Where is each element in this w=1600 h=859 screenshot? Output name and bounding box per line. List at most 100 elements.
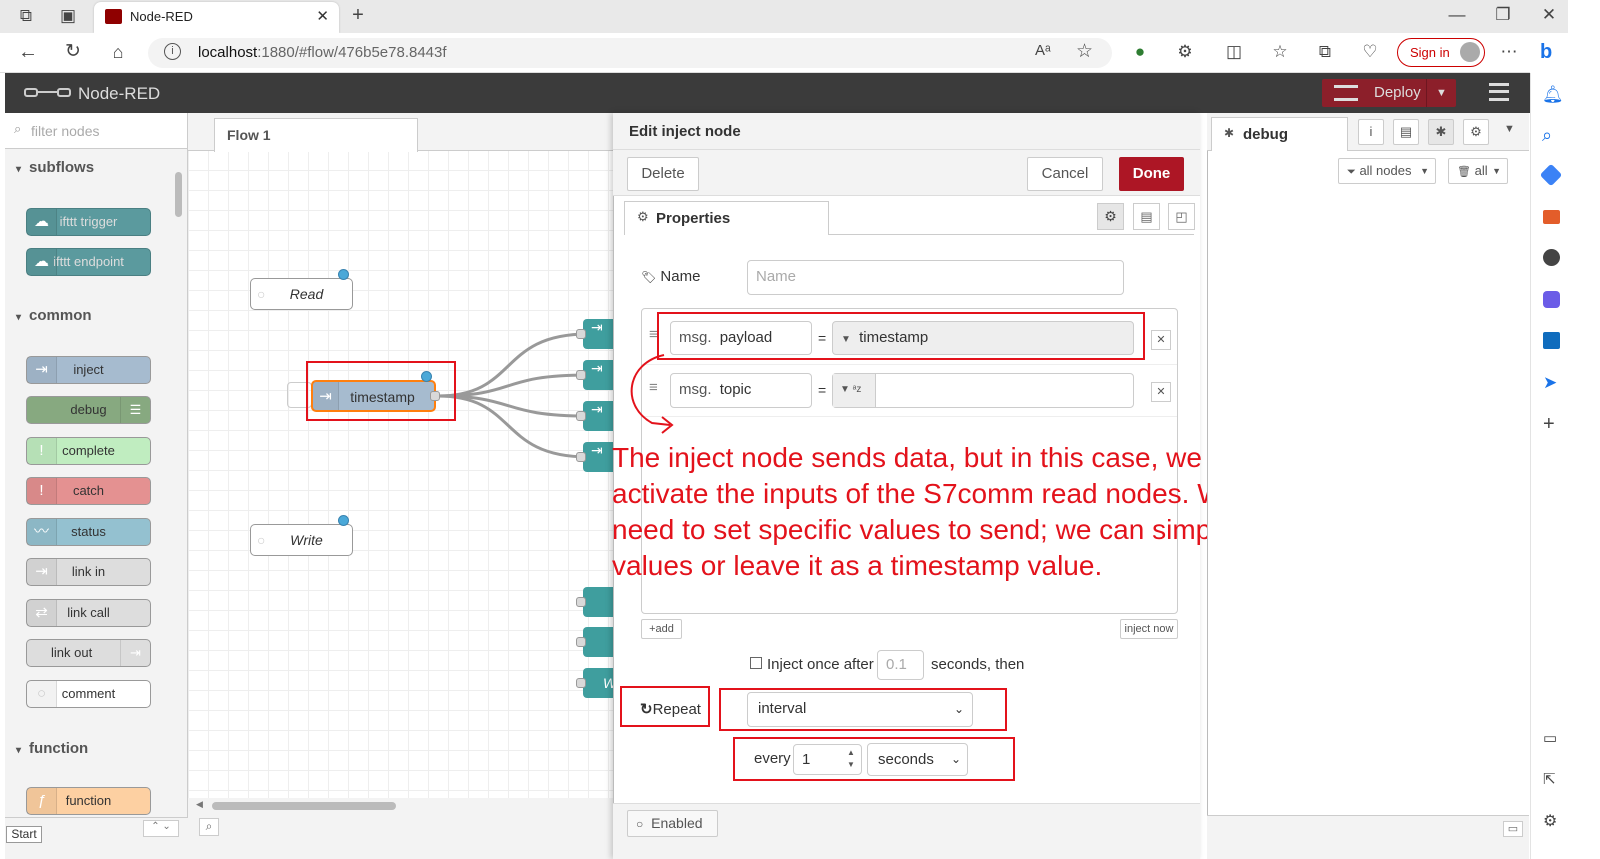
shopping-tag-icon[interactable] xyxy=(1539,163,1563,187)
favorites-icon[interactable]: ☆ xyxy=(1268,42,1292,62)
input-port[interactable] xyxy=(576,370,586,380)
inject-once-delay-input[interactable]: 0.1 xyxy=(877,650,924,680)
refresh-icon[interactable]: ↻ xyxy=(61,42,85,62)
debug-clear-button[interactable]: 🗑︎ all ▼ xyxy=(1448,158,1508,184)
minimize-icon[interactable]: — xyxy=(1445,5,1469,25)
node-appearance-icon[interactable]: ◰ xyxy=(1168,203,1195,230)
flow-node-write-comment[interactable]: ○ Write xyxy=(250,524,353,556)
palette-node-catch[interactable]: ! catch xyxy=(26,477,151,505)
node-settings-icon[interactable]: ⚙ xyxy=(1097,203,1124,230)
palette-node-link-in[interactable]: ⇥ link in xyxy=(26,558,151,586)
help-book-icon[interactable]: ▤ xyxy=(1393,119,1419,145)
input-port[interactable] xyxy=(576,678,586,688)
workspaces-icon[interactable]: ⧉ xyxy=(14,6,38,26)
search-icon[interactable]: ⌕ xyxy=(1542,125,1552,146)
read-aloud-icon[interactable]: Aᵃ xyxy=(1035,42,1051,59)
collapse-all-icon[interactable]: ⌃ ⌄ xyxy=(143,820,179,837)
remove-row-icon[interactable]: ✕ xyxy=(1151,330,1171,350)
input-port[interactable] xyxy=(576,597,586,607)
palette-category-function[interactable]: ▾ function xyxy=(8,731,172,767)
palette-node-link-call[interactable]: ⇄ link call xyxy=(26,599,151,627)
arrow-in-icon: ⇥ xyxy=(591,401,603,417)
monitor-icon[interactable]: ▭ xyxy=(1503,821,1523,837)
close-window-icon[interactable]: ✕ xyxy=(1537,5,1561,25)
close-tab-icon[interactable]: ✕ xyxy=(316,7,329,25)
palette-node-ifttt-trigger[interactable]: ☁ ifttt trigger xyxy=(26,208,151,236)
notifications-icon[interactable]: 🔔︎ xyxy=(1542,85,1564,105)
tab-actions-icon[interactable]: ▣ xyxy=(56,6,80,26)
remove-row-icon[interactable]: ✕ xyxy=(1151,382,1171,402)
flow-node-read-comment[interactable]: ○ Read xyxy=(250,278,353,310)
main-menu-icon[interactable] xyxy=(1489,83,1509,101)
sidebar-layout-icon[interactable]: ▭ xyxy=(1543,729,1557,747)
tab-flow-1[interactable]: Flow 1 xyxy=(214,118,418,152)
send-icon[interactable]: ➤ xyxy=(1543,373,1557,393)
palette-category-subflows[interactable]: ▾ subflows xyxy=(8,150,172,186)
sidebar-settings-icon[interactable]: ⚙ xyxy=(1543,811,1557,831)
done-button[interactable]: Done xyxy=(1119,157,1184,191)
split-screen-icon[interactable]: ◫ xyxy=(1222,42,1246,62)
restore-icon[interactable]: ❐ xyxy=(1491,5,1515,25)
palette-node-status[interactable]: 〰 status xyxy=(26,518,151,546)
add-row-button[interactable]: +add xyxy=(641,619,682,639)
palette-filter[interactable]: ⌕ filter nodes xyxy=(5,113,187,149)
topic-value-input[interactable]: ▼ ᵃz xyxy=(832,373,1134,408)
cancel-button[interactable]: Cancel xyxy=(1027,157,1103,191)
node-description-icon[interactable]: ▤ xyxy=(1133,203,1160,230)
deploy-dropdown-icon[interactable]: ▼ xyxy=(1426,79,1456,107)
palette-scrollbar[interactable] xyxy=(175,172,182,217)
debug-bug-icon[interactable]: ✱ xyxy=(1428,119,1454,145)
add-sidebar-app-icon[interactable]: + xyxy=(1543,413,1555,436)
microsoft-365-icon[interactable] xyxy=(1543,291,1560,308)
debug-filter-nodes-button[interactable]: ⏷ all nodes ▼ xyxy=(1338,158,1436,184)
browser-tab[interactable]: Node-RED ✕ xyxy=(94,2,339,33)
palette-node-ifttt-endpoint[interactable]: ☁ ifttt endpoint xyxy=(26,248,151,276)
deploy-button[interactable]: Deploy ▼ xyxy=(1322,79,1456,107)
inject-now-button[interactable]: inject now xyxy=(1120,619,1178,639)
inject-once-suffix: seconds, then xyxy=(931,656,1025,673)
search-flows-icon[interactable]: ⌕ xyxy=(199,818,219,836)
info-icon[interactable]: i xyxy=(1358,119,1384,145)
input-port[interactable] xyxy=(576,329,586,339)
input-port[interactable] xyxy=(576,411,586,421)
sidebar-footer xyxy=(1207,815,1529,859)
outlook-icon[interactable] xyxy=(1543,332,1560,349)
site-info-icon[interactable]: i xyxy=(164,43,181,60)
tools-icon[interactable] xyxy=(1543,210,1560,224)
delete-button[interactable]: Delete xyxy=(627,157,699,191)
input-port[interactable] xyxy=(576,452,586,462)
tab-properties[interactable]: ⚙ Properties xyxy=(624,201,829,235)
palette-node-complete[interactable]: ! complete xyxy=(26,437,151,465)
horizontal-scrollbar[interactable] xyxy=(212,802,396,810)
name-input[interactable]: Name xyxy=(747,260,1124,295)
palette-category-common[interactable]: ▾ common xyxy=(8,298,172,334)
tab-debug[interactable]: ✱ debug xyxy=(1211,117,1348,151)
more-options-icon[interactable]: ⋯ xyxy=(1497,42,1521,62)
favorite-star-icon[interactable]: ☆ xyxy=(1076,40,1093,63)
palette-node-function[interactable]: ƒ function xyxy=(26,787,151,815)
extensions-icon[interactable]: ⚙ xyxy=(1173,42,1197,62)
topic-key-input[interactable]: msg. topic xyxy=(670,373,812,408)
collections-icon[interactable]: ⧉ xyxy=(1313,42,1337,62)
games-icon[interactable] xyxy=(1543,249,1560,266)
back-icon[interactable]: ← xyxy=(16,42,40,62)
extension-globe-icon[interactable]: ● xyxy=(1128,42,1152,62)
open-external-icon[interactable]: ⇱ xyxy=(1543,770,1556,788)
palette-node-debug[interactable]: debug ☰ xyxy=(26,396,151,424)
palette-node-link-out[interactable]: link out ⇥ xyxy=(26,639,151,667)
input-port[interactable] xyxy=(576,637,586,647)
copilot-icon[interactable]: b xyxy=(1540,41,1552,64)
scroll-left-icon[interactable]: ◀ xyxy=(196,799,203,810)
sign-in-button[interactable]: Sign in xyxy=(1397,38,1485,67)
palette-node-inject[interactable]: ⇥ inject xyxy=(26,356,151,384)
palette-node-comment[interactable]: ○ comment xyxy=(26,680,151,708)
address-bar[interactable]: i localhost:1880/#flow/476b5e78.8443f Aᵃ… xyxy=(148,38,1112,68)
chevron-down-icon: ▾ xyxy=(16,164,22,175)
browser-essentials-icon[interactable]: ♡ xyxy=(1358,42,1382,62)
new-tab-icon[interactable]: + xyxy=(346,5,370,25)
sidebar-dropdown-icon[interactable]: ▼ xyxy=(1504,123,1515,135)
config-gear-icon[interactable]: ⚙ xyxy=(1463,119,1489,145)
enabled-toggle[interactable]: ○ Enabled xyxy=(627,810,718,837)
home-icon[interactable]: ⌂ xyxy=(106,42,130,62)
inject-once-checkbox[interactable] xyxy=(750,657,762,669)
